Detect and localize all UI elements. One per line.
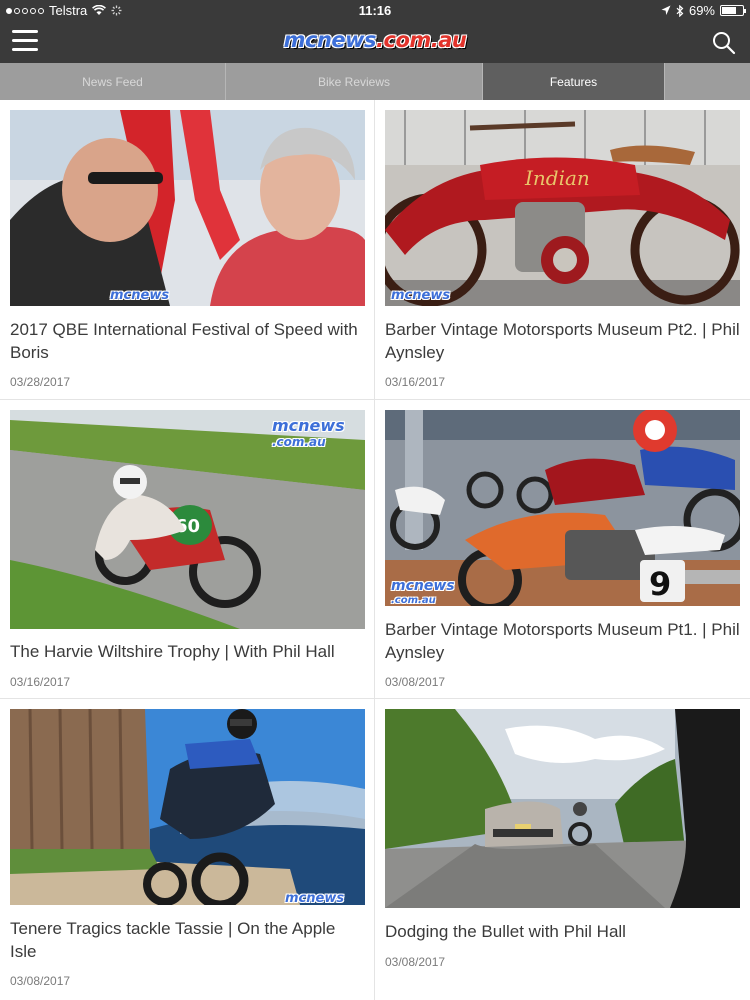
article-title[interactable]: Barber Vintage Motorsports Museum Pt1. |…: [385, 618, 740, 664]
thumbnail-watermark: mcnews: [391, 288, 451, 303]
article-title[interactable]: Barber Vintage Motorsports Museum Pt2. |…: [385, 318, 740, 364]
article-title[interactable]: Tenere Tragics tackle Tassie | On the Ap…: [10, 917, 365, 963]
location-icon: [661, 5, 671, 15]
thumbnail-watermark: mcnews: [110, 288, 170, 303]
article-card[interactable]: mcnews 2017 QBE International Festival o…: [0, 100, 375, 399]
status-bar: Telstra 11:16 69%: [0, 0, 750, 22]
article-thumbnail[interactable]: 60 mcnews .com.au: [10, 410, 365, 629]
category-tabs: News Feed Bike Reviews Features: [0, 63, 750, 100]
bluetooth-icon: [676, 4, 684, 17]
article-thumbnail[interactable]: [385, 709, 740, 908]
article-date: 03/08/2017: [385, 955, 446, 969]
article-thumbnail[interactable]: Indian mcnews: [385, 110, 740, 306]
article-thumbnail[interactable]: 9 mcnews .com.au: [385, 410, 740, 606]
article-thumbnail[interactable]: mcnews: [10, 709, 365, 905]
tab-more[interactable]: [665, 63, 750, 100]
thumbnail-watermark: mcnews .com.au: [272, 416, 345, 450]
article-grid: mcnews 2017 QBE International Festival o…: [0, 100, 750, 1000]
article-card[interactable]: Dodging the Bullet with Phil Hall 03/08/…: [375, 699, 750, 1000]
article-card[interactable]: 60 mcnews .com.au The Harvie Wiltshire Tr…: [0, 400, 375, 698]
article-date: 03/16/2017: [10, 675, 71, 689]
tab-features[interactable]: Features: [483, 63, 665, 100]
search-icon[interactable]: [712, 31, 736, 55]
svg-text:Indian: Indian: [524, 166, 590, 190]
article-card[interactable]: mcnews Tenere Tragics tackle Tassie | On…: [0, 699, 375, 1000]
status-time: 11:16: [358, 3, 392, 18]
article-card[interactable]: Indian mcnews Barber Vintage Motorsports…: [375, 100, 750, 399]
article-title[interactable]: Dodging the Bullet with Phil Hall: [385, 920, 740, 943]
app-header: mcnews.com.au: [0, 22, 750, 63]
tab-bike-reviews[interactable]: Bike Reviews: [226, 63, 483, 100]
site-logo[interactable]: mcnews.com.au: [0, 28, 750, 52]
article-date: 03/28/2017: [10, 375, 71, 389]
article-title[interactable]: 2017 QBE International Festival of Speed…: [10, 318, 365, 364]
article-date: 03/08/2017: [385, 675, 446, 689]
article-card[interactable]: 9 mcnews .com.au Barber Vintage Motorspor…: [375, 400, 750, 698]
battery-percent: 69%: [688, 3, 715, 18]
thumbnail-watermark: mcnews .com.au: [391, 578, 455, 606]
article-date: 03/16/2017: [385, 375, 446, 389]
thumbnail-watermark: mcnews: [285, 891, 345, 905]
article-thumbnail[interactable]: mcnews: [10, 110, 365, 306]
article-date: 03/08/2017: [10, 974, 71, 988]
battery-icon: [720, 5, 746, 16]
article-title[interactable]: The Harvie Wiltshire Trophy | With Phil …: [10, 640, 365, 663]
svg-text:9: 9: [649, 565, 671, 603]
tab-news-feed[interactable]: News Feed: [0, 63, 226, 100]
